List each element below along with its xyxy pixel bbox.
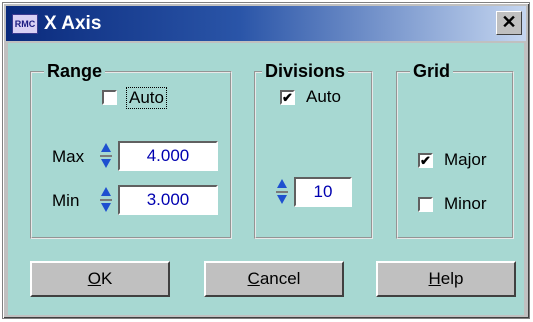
range-auto-checkbox[interactable] [102, 90, 117, 105]
range-group: Range Auto Max 4.000 Min 3.000 [30, 61, 232, 239]
divisions-spinner[interactable] [276, 177, 288, 207]
divisions-value-field[interactable]: 10 [294, 177, 352, 207]
max-spin-up-icon[interactable] [100, 141, 112, 155]
max-spin-down-icon[interactable] [100, 157, 112, 171]
grid-major-checkbox[interactable]: ✔ [418, 153, 433, 168]
close-button[interactable]: ✕ [496, 11, 522, 35]
grid-group-title: Grid [410, 61, 454, 81]
max-label: Max [52, 147, 85, 166]
ok-button[interactable]: OK [30, 261, 170, 297]
divisions-group-title: Divisions [262, 61, 349, 81]
help-button[interactable]: Help [376, 261, 516, 297]
dialog-client-area: Range Auto Max 4.000 Min 3.000 Divisions… [8, 43, 524, 315]
app-icon: RMC [12, 14, 38, 34]
grid-group: Grid ✔ Major Minor [396, 61, 514, 239]
x-axis-dialog: RMC X Axis ✕ Range Auto Max 4.000 Min 3.… [2, 2, 530, 319]
min-spin-down-icon[interactable] [100, 201, 112, 215]
min-spinner[interactable] [100, 185, 112, 215]
min-label: Min [52, 191, 80, 210]
help-label-rest: elp [440, 269, 464, 288]
min-spin-up-icon[interactable] [100, 185, 112, 199]
ok-label-rest: K [100, 269, 113, 288]
help-mnemonic: H [428, 269, 441, 288]
cancel-label-rest: ancel [259, 269, 301, 288]
cancel-button[interactable]: Cancel [204, 261, 344, 297]
max-spinner[interactable] [100, 141, 112, 171]
max-value-field[interactable]: 4.000 [118, 141, 218, 171]
range-auto-label[interactable]: Auto [126, 87, 167, 109]
min-value-field[interactable]: 3.000 [118, 185, 218, 215]
divisions-spin-down-icon[interactable] [276, 193, 288, 207]
grid-major-label[interactable]: Major [444, 150, 487, 170]
grid-minor-label[interactable]: Minor [444, 194, 487, 214]
divisions-auto-label[interactable]: Auto [306, 87, 341, 107]
cancel-mnemonic: C [247, 269, 260, 288]
range-group-title: Range [44, 61, 106, 81]
divisions-group: Divisions ✔ Auto 10 [254, 61, 373, 239]
dialog-title: X Axis [44, 13, 102, 34]
grid-minor-checkbox[interactable] [418, 197, 433, 212]
divisions-spin-up-icon[interactable] [276, 177, 288, 191]
close-icon: ✕ [501, 12, 517, 32]
divisions-auto-checkbox[interactable]: ✔ [280, 90, 295, 105]
ok-mnemonic: O [87, 269, 101, 288]
title-bar[interactable]: RMC X Axis ✕ [6, 6, 526, 41]
